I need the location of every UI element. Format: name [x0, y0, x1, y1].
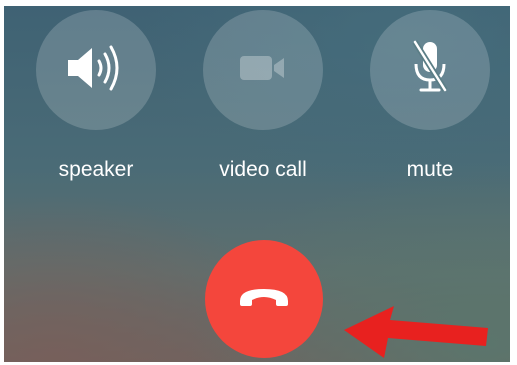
end-call-button[interactable] — [205, 240, 323, 358]
mute-label: mute — [406, 158, 454, 181]
video-call-label: video call — [219, 158, 307, 181]
speaker-icon — [64, 42, 128, 99]
call-screen: speaker video call mute — [4, 6, 510, 362]
microphone-muted-icon — [410, 38, 450, 103]
mute-button[interactable] — [370, 10, 490, 130]
video-camera-icon — [238, 53, 288, 88]
speaker-label: speaker — [58, 158, 134, 181]
red-arrow-icon — [342, 302, 492, 362]
mute-control: mute — [370, 10, 490, 182]
speaker-button[interactable] — [36, 10, 156, 130]
video-call-button[interactable] — [203, 10, 323, 130]
speaker-control: speaker — [36, 10, 156, 182]
video-call-control: video call — [203, 10, 323, 182]
phone-hangup-icon — [236, 285, 292, 314]
